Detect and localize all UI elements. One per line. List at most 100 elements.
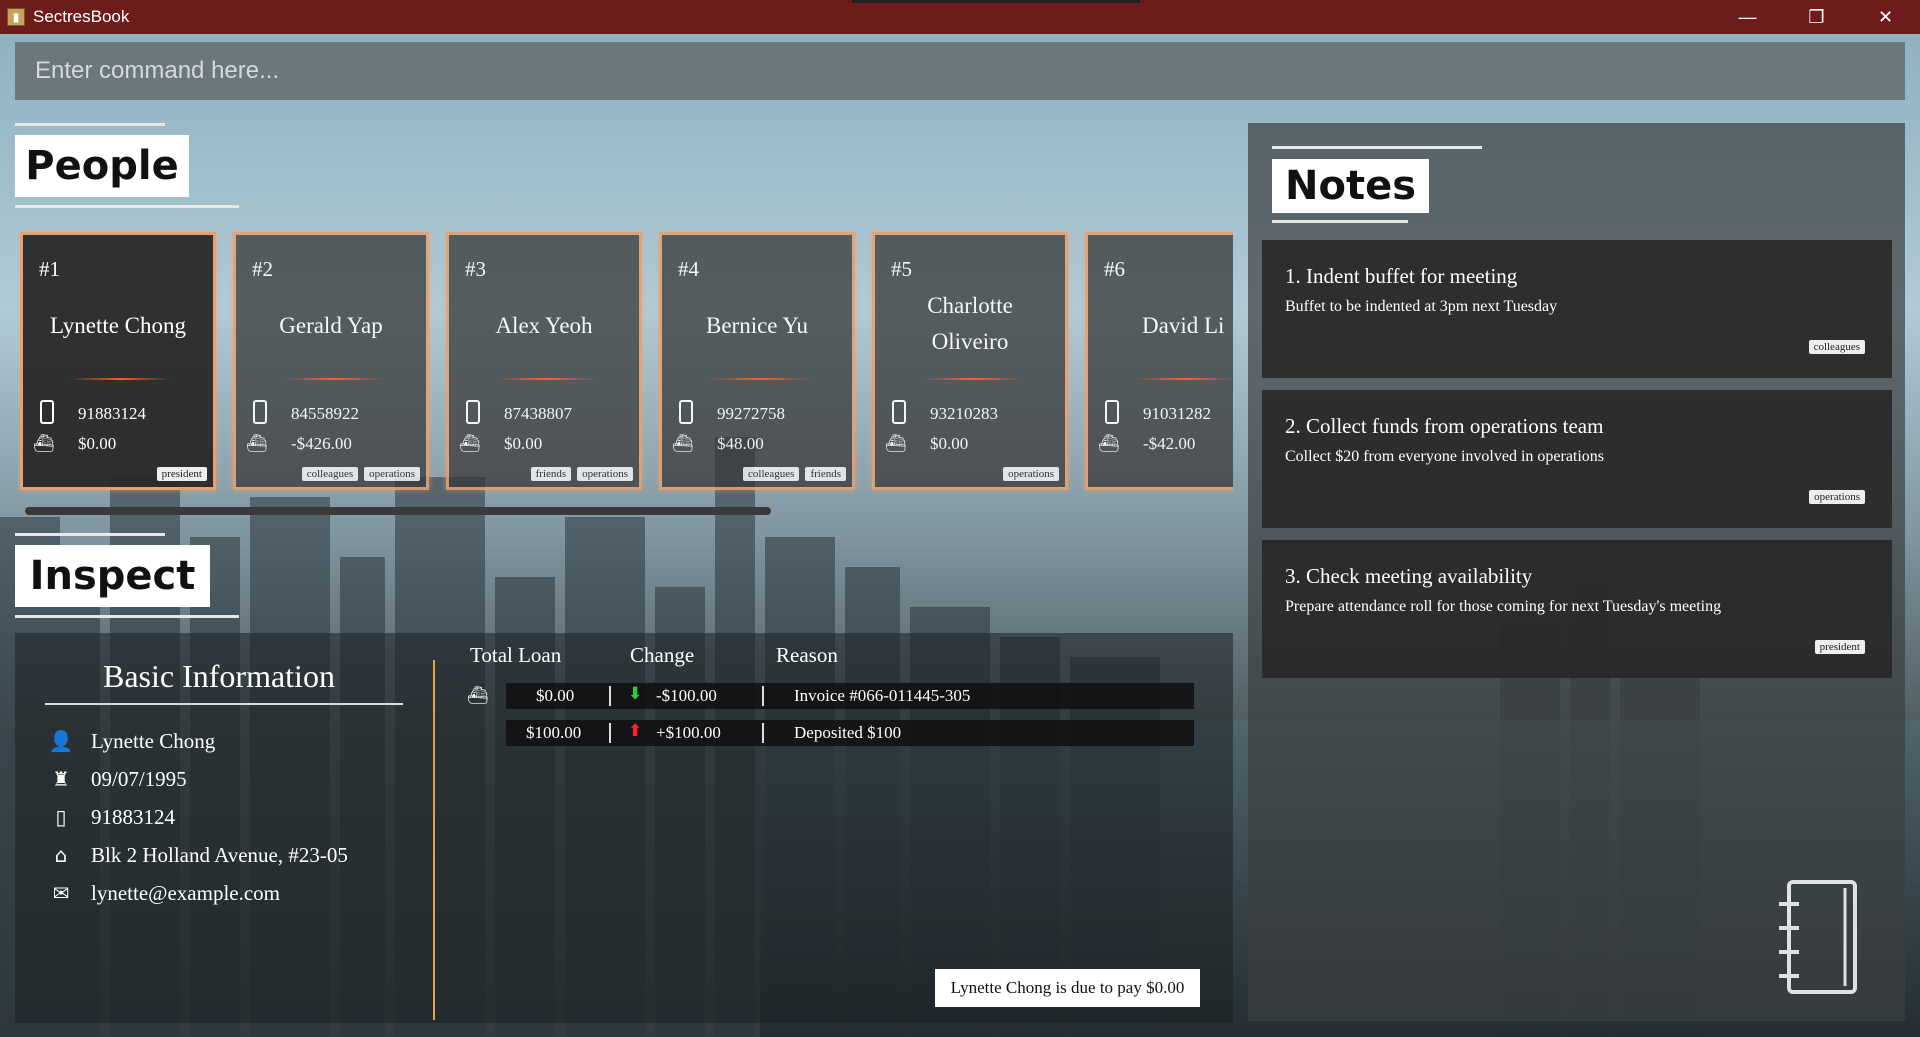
basic-information-title: Basic Information: [103, 658, 335, 694]
tag-badge: colleagues: [1808, 340, 1865, 354]
person-index: #5: [891, 257, 912, 281]
home-icon: ⌂: [54, 843, 68, 867]
note-title: 2. Collect funds from operations team: [1285, 414, 1604, 438]
person-card[interactable]: #5 Charlotte Oliveiro 93210283 ⛴ $0.00 o…: [872, 232, 1068, 490]
card-divider: [1136, 378, 1233, 380]
phone-icon: [466, 400, 480, 424]
person-icon: 👤: [48, 729, 74, 753]
phone-icon: [892, 400, 906, 424]
person-name: Gerald Yap: [279, 313, 383, 338]
titlebar-accent: [852, 0, 1140, 3]
person-balance: $0.00: [78, 434, 117, 453]
reason-header: Reason: [776, 643, 838, 667]
person-card[interactable]: #1 Lynette Chong 91883124 ⛴ $0.00 presid…: [20, 232, 216, 490]
phone-icon: [253, 400, 267, 424]
people-card-list[interactable]: #1 Lynette Chong 91883124 ⛴ $0.00 presid…: [18, 230, 1233, 495]
person-index: #4: [678, 257, 699, 281]
notes-section-title: Notes: [1272, 159, 1429, 213]
note-card[interactable]: 1. Indent buffet for meeting Buffet to b…: [1262, 240, 1892, 378]
card-divider: [284, 378, 384, 380]
column-separator: [762, 723, 764, 743]
phone-icon: [40, 400, 54, 424]
inspect-vertical-divider: [433, 660, 435, 1020]
tag-badge: colleagues: [743, 467, 800, 481]
money-hand-icon: ⛴: [33, 434, 55, 454]
person-name: Bernice Yu: [706, 313, 808, 338]
transaction-change: +$100.00: [656, 723, 721, 742]
info-birthday: 09/07/1995: [91, 766, 187, 791]
person-card[interactable]: #4 Bernice Yu 99272758 ⛴ $48.00 colleagu…: [659, 232, 855, 490]
transaction-reason: Deposited $100: [794, 723, 902, 742]
person-balance: -$42.00: [1143, 434, 1196, 453]
person-card[interactable]: #6 David Li 91031282 ⛴ -$42.00: [1085, 232, 1233, 490]
note-card[interactable]: 2. Collect funds from operations team Co…: [1262, 390, 1892, 528]
person-index: #6: [1104, 257, 1125, 281]
minimize-button[interactable]: —: [1713, 0, 1782, 34]
restore-button[interactable]: ❐: [1782, 0, 1851, 34]
person-card[interactable]: #3 Alex Yeoh 87438807 ⛴ $0.00 friends ope…: [446, 232, 642, 490]
note-title: 1. Indent buffet for meeting: [1285, 264, 1518, 288]
person-index: #1: [39, 257, 60, 281]
tag-badge: president: [1814, 640, 1865, 654]
mail-icon: ✉: [52, 881, 70, 905]
info-phone-row: ▯ 91883124: [48, 802, 175, 832]
person-index: #2: [252, 257, 273, 281]
tag-badge: friends: [805, 467, 846, 481]
person-phone: 93210283: [930, 404, 998, 423]
phone-icon: ▯: [55, 805, 67, 829]
tag-badge: operations: [577, 467, 633, 481]
due-amount-message: Lynette Chong is due to pay $0.00: [935, 969, 1200, 1007]
money-hand-icon: ⛴: [672, 434, 694, 454]
people-section-title: People: [15, 135, 189, 197]
notes-header-line-top: [1272, 146, 1482, 149]
card-divider: [923, 378, 1023, 380]
basic-information-divider: [45, 703, 403, 705]
note-body: Collect $20 from everyone involved in op…: [1285, 448, 1605, 465]
arrow-down-icon: ⬇: [628, 684, 643, 704]
transaction-change: -$100.00: [656, 686, 717, 705]
info-name: Lynette Chong: [91, 728, 216, 753]
tag-badge: operations: [1809, 490, 1865, 504]
person-balance: -$426.00: [291, 434, 352, 453]
person-index: #3: [465, 257, 486, 281]
transaction-row: $0.00 ⬇ -$100.00 Invoice #066-011445-305: [506, 683, 1194, 709]
tag-badge: operations: [1003, 467, 1059, 481]
transaction-total: $0.00: [536, 686, 575, 705]
close-button[interactable]: ✕: [1851, 0, 1920, 34]
people-horizontal-scrollbar[interactable]: [25, 507, 771, 515]
person-name: Lynette Chong: [49, 313, 187, 338]
person-card[interactable]: #2 Gerald Yap 84558922 ⛴ -$426.00 collea…: [233, 232, 429, 490]
change-header: Change: [630, 643, 695, 667]
tag-badge: friends: [530, 467, 572, 481]
money-hand-icon: ⛴: [459, 434, 481, 454]
info-birthday-row: ♜ 09/07/1995: [48, 764, 187, 794]
tag-badge: operations: [364, 467, 420, 481]
person-phone: 91031282: [1143, 404, 1211, 423]
person-balance: $48.00: [717, 434, 764, 453]
person-phone: 84558922: [291, 404, 359, 423]
tag-badge: president: [156, 467, 207, 481]
column-separator: [609, 723, 611, 743]
command-input[interactable]: [15, 42, 1905, 100]
person-name: Alex Yeoh: [495, 313, 593, 338]
person-name: Charlotte Oliveiro: [927, 293, 1013, 354]
inspect-section-title: Inspect: [15, 545, 210, 607]
column-separator: [609, 686, 611, 706]
card-divider: [710, 378, 810, 380]
info-email: lynette@example.com: [91, 880, 281, 905]
note-card[interactable]: 3. Check meeting availability Prepare at…: [1262, 540, 1892, 678]
money-hand-icon: ⛴: [1098, 434, 1120, 454]
info-phone: 91883124: [91, 804, 175, 829]
card-divider: [497, 378, 597, 380]
note-title: 3. Check meeting availability: [1285, 564, 1533, 588]
person-phone: 91883124: [78, 404, 146, 423]
inspect-header-line-top: [15, 533, 165, 536]
column-separator: [762, 686, 764, 706]
info-address: Blk 2 Holland Avenue, #23-05: [91, 842, 348, 867]
transaction-row: $100.00 ⬆ +$100.00 Deposited $100: [506, 720, 1194, 746]
person-phone: 99272758: [717, 404, 785, 423]
person-phone: 87438807: [504, 404, 572, 423]
info-email-row: ✉ lynette@example.com: [48, 878, 280, 908]
phone-icon: [1105, 400, 1119, 424]
info-address-row: ⌂ Blk 2 Holland Avenue, #23-05: [48, 840, 348, 870]
